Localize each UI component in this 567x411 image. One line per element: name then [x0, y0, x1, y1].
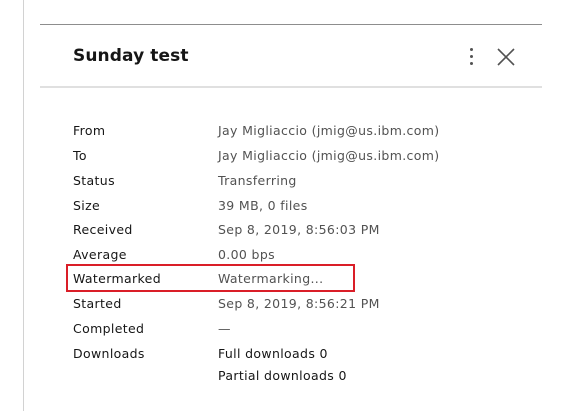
detail-row-average: Average 0.00 bps	[73, 245, 493, 265]
detail-label: Downloads	[73, 346, 145, 361]
detail-label: Status	[73, 173, 115, 188]
detail-value: Jay Migliaccio (jmig@us.ibm.com)	[218, 123, 440, 138]
panel-title: Sunday test	[73, 46, 189, 66]
header-divider	[40, 86, 542, 88]
partial-downloads-value: Partial downloads 0	[218, 368, 347, 383]
panel-top-divider	[40, 24, 542, 25]
detail-row-from: From Jay Migliaccio (jmig@us.ibm.com)	[73, 121, 493, 141]
detail-row-size: Size 39 MB, 0 files	[73, 196, 493, 216]
detail-value: 39 MB, 0 files	[218, 198, 308, 213]
panel-left-edge	[23, 0, 24, 411]
detail-label: Completed	[73, 321, 145, 336]
detail-label: Average	[73, 247, 127, 262]
detail-value: Transferring	[218, 173, 297, 188]
detail-row-completed: Completed —	[73, 319, 493, 339]
detail-label: Started	[73, 296, 122, 311]
detail-row-started: Started Sep 8, 2019, 8:56:21 PM	[73, 294, 493, 314]
detail-row-status: Status Transferring	[73, 171, 493, 191]
overflow-menu-icon[interactable]	[462, 41, 480, 71]
detail-row-received: Received Sep 8, 2019, 8:56:03 PM	[73, 220, 493, 240]
detail-label: Size	[73, 198, 101, 213]
detail-value: Sep 8, 2019, 8:56:21 PM	[218, 296, 380, 311]
watermarked-highlight-box	[66, 264, 355, 292]
detail-label: To	[73, 148, 87, 163]
close-icon[interactable]	[495, 46, 517, 68]
full-downloads-value: Full downloads 0	[218, 346, 328, 361]
detail-value: Sep 8, 2019, 8:56:03 PM	[218, 222, 380, 237]
detail-label: Received	[73, 222, 133, 237]
detail-value: —	[218, 321, 231, 336]
detail-row-to: To Jay Migliaccio (jmig@us.ibm.com)	[73, 146, 493, 166]
detail-label: From	[73, 123, 106, 138]
detail-value: 0.00 bps	[218, 247, 275, 262]
detail-value: Jay Migliaccio (jmig@us.ibm.com)	[218, 148, 440, 163]
